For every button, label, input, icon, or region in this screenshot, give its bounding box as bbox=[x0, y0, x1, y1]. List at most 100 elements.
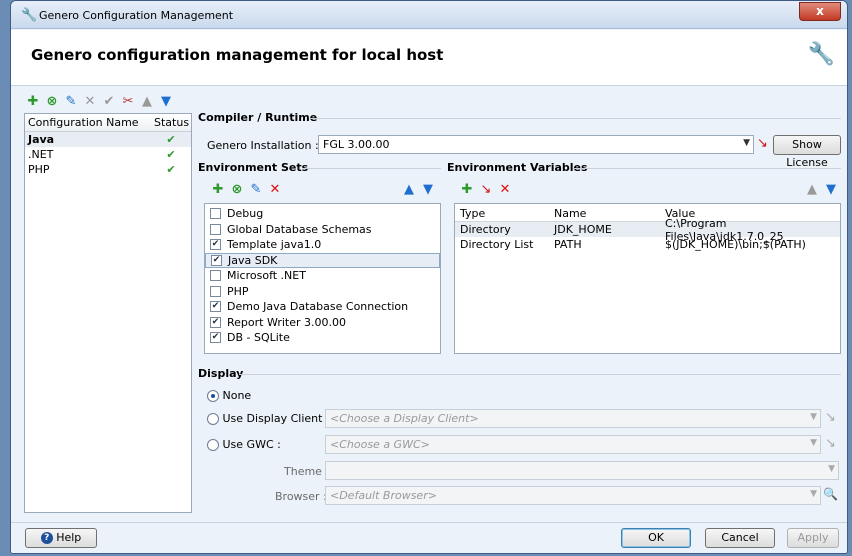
display-client-select[interactable]: <Choose a Display Client> ▼ bbox=[325, 409, 821, 428]
list-item-label: Microsoft .NET bbox=[227, 269, 306, 283]
validate-icon[interactable]: ✔ bbox=[102, 95, 116, 109]
environment-set-report-writer[interactable]: ✔ Report Writer 3.00.00 bbox=[205, 315, 440, 331]
radio[interactable] bbox=[207, 413, 219, 425]
cell-value: $(JDK_HOME)\bin;$(PATH) bbox=[665, 238, 806, 251]
configuration-row-java[interactable]: Java ✔ bbox=[25, 132, 191, 147]
checkbox-checked[interactable]: ✔ bbox=[210, 316, 221, 328]
status-ok-icon: ✔ bbox=[166, 133, 176, 146]
radio-label: None bbox=[222, 389, 252, 402]
list-item-label: Template java1.0 bbox=[227, 238, 322, 252]
display-client-placeholder: <Choose a Display Client> bbox=[330, 412, 479, 425]
delete-icon[interactable]: ✕ bbox=[83, 95, 97, 109]
gwc-placeholder: <Choose a GWC> bbox=[330, 438, 430, 451]
checkbox[interactable] bbox=[210, 285, 221, 297]
move-up-icon[interactable]: ▲ bbox=[805, 183, 819, 197]
environment-set-debug[interactable]: Debug bbox=[205, 206, 440, 222]
environment-sets-section-title: Environment Sets bbox=[198, 161, 309, 174]
table-row[interactable]: Directory JDK_HOME C:\Program Files\Java… bbox=[455, 217, 840, 243]
environment-variables-toolbar: ✚ ↘ ✕ ▲ ▼ bbox=[458, 179, 838, 201]
move-down-icon[interactable]: ▼ bbox=[159, 95, 173, 109]
move-up-icon[interactable]: ▲ bbox=[402, 183, 416, 197]
environment-set-java-sdk[interactable]: ✔ Java SDK bbox=[205, 252, 440, 268]
checkbox-checked[interactable]: ✔ bbox=[210, 332, 221, 344]
configuration-list: Configuration Name Status Java ✔ .NET ✔ … bbox=[24, 113, 192, 513]
checkbox[interactable] bbox=[210, 223, 221, 235]
chevron-down-icon: ▼ bbox=[810, 489, 817, 499]
genero-installation-select[interactable]: FGL 3.00.00 ▼ bbox=[318, 135, 754, 154]
ok-button[interactable]: OK bbox=[621, 528, 691, 548]
browse-tool-icon[interactable]: ↘ bbox=[825, 436, 836, 451]
edit-icon[interactable]: ✎ bbox=[64, 95, 78, 109]
theme-select[interactable]: ▼ bbox=[325, 461, 839, 480]
browse-tool-icon[interactable]: ↘ bbox=[757, 136, 768, 151]
checkbox-checked[interactable]: ✔ bbox=[210, 239, 221, 251]
browse-tool-icon[interactable]: ↘ bbox=[479, 183, 493, 197]
tools-icon[interactable]: ✂ bbox=[121, 95, 135, 109]
environment-set-php[interactable]: PHP bbox=[205, 284, 440, 300]
page-title: Genero configuration management for loca… bbox=[31, 46, 444, 64]
apply-button[interactable]: Apply bbox=[787, 528, 839, 548]
environment-set-global-database-schemas[interactable]: Global Database Schemas bbox=[205, 222, 440, 238]
copy-icon[interactable]: ⊗ bbox=[45, 95, 59, 109]
delete-icon[interactable]: ✕ bbox=[498, 183, 512, 197]
column-header-name[interactable]: Name bbox=[550, 204, 661, 221]
checkbox-checked[interactable]: ✔ bbox=[210, 301, 221, 313]
column-header-type[interactable]: Type bbox=[455, 204, 550, 221]
delete-icon[interactable]: ✕ bbox=[268, 183, 282, 197]
checkbox[interactable] bbox=[210, 208, 221, 220]
environment-set-microsoft-net[interactable]: Microsoft .NET bbox=[205, 268, 440, 284]
close-button[interactable]: x bbox=[799, 2, 841, 21]
environment-set-db-sqlite[interactable]: ✔ DB - SQLite bbox=[205, 330, 440, 346]
wrench-app-icon: 🔧 bbox=[21, 8, 38, 23]
section-divider bbox=[573, 168, 841, 169]
checkbox[interactable] bbox=[210, 270, 221, 282]
main-window: 🔧 Genero Configuration Management x Gene… bbox=[10, 0, 848, 554]
help-button[interactable]: ? Help bbox=[25, 528, 97, 548]
edit-icon[interactable]: ✎ bbox=[249, 183, 263, 197]
list-item-label: Debug bbox=[227, 207, 264, 221]
display-none-option[interactable]: None bbox=[207, 389, 251, 402]
radio[interactable] bbox=[207, 439, 219, 451]
chevron-down-icon: ▼ bbox=[828, 464, 835, 474]
column-header-status[interactable]: Status bbox=[151, 114, 191, 131]
theme-label: Theme : bbox=[284, 465, 330, 478]
add-icon[interactable]: ✚ bbox=[460, 183, 474, 197]
browser-select[interactable]: <Default Browser> ▼ bbox=[325, 486, 821, 505]
radio-selected[interactable] bbox=[207, 390, 219, 402]
title-bar: 🔧 Genero Configuration Management x bbox=[11, 1, 847, 29]
chevron-down-icon: ▼ bbox=[810, 412, 817, 422]
environment-variables-table: Type Name Value Directory JDK_HOME C:\Pr… bbox=[454, 203, 841, 354]
compiler-section-title: Compiler / Runtime bbox=[198, 111, 318, 124]
checkbox-checked[interactable]: ✔ bbox=[211, 254, 222, 266]
browse-tool-icon[interactable]: ↘ bbox=[825, 410, 836, 425]
dialog-footer: ? Help OK Cancel Apply bbox=[11, 522, 847, 553]
add-icon[interactable]: ✚ bbox=[211, 183, 225, 197]
list-item-label: DB - SQLite bbox=[227, 331, 290, 345]
configuration-row-dotnet[interactable]: .NET ✔ bbox=[25, 147, 191, 162]
configuration-name: Java bbox=[28, 133, 55, 146]
help-label: Help bbox=[56, 531, 82, 544]
magnifier-icon[interactable]: 🔍 bbox=[823, 487, 838, 501]
gwc-option[interactable]: Use GWC : bbox=[207, 438, 281, 451]
move-up-icon[interactable]: ▲ bbox=[140, 95, 154, 109]
table-row[interactable]: Directory List PATH $(JDK_HOME)\bin;$(PA… bbox=[455, 237, 840, 252]
environment-sets-toolbar: ✚ ⊗ ✎ ✕ ▲ ▼ bbox=[209, 179, 435, 201]
configuration-row-php[interactable]: PHP ✔ bbox=[25, 162, 191, 177]
copy-icon[interactable]: ⊗ bbox=[230, 183, 244, 197]
gwc-select[interactable]: <Choose a GWC> ▼ bbox=[325, 435, 821, 454]
help-icon: ? bbox=[40, 532, 53, 544]
display-client-option[interactable]: Use Display Client : bbox=[207, 412, 330, 425]
move-down-icon[interactable]: ▼ bbox=[421, 183, 435, 197]
cancel-button[interactable]: Cancel bbox=[705, 528, 775, 548]
cell-name: PATH bbox=[554, 238, 582, 251]
section-divider bbox=[303, 168, 441, 169]
environment-sets-list: Debug Global Database Schemas ✔ Template … bbox=[204, 203, 441, 354]
show-license-button[interactable]: Show License bbox=[773, 135, 841, 169]
column-header-configuration-name[interactable]: Configuration Name bbox=[25, 114, 151, 131]
radio-label: Use GWC : bbox=[222, 438, 281, 451]
add-icon[interactable]: ✚ bbox=[26, 95, 40, 109]
environment-set-demo-java-db[interactable]: ✔ Demo Java Database Connection bbox=[205, 299, 440, 315]
move-down-icon[interactable]: ▼ bbox=[824, 183, 838, 197]
environment-set-template-java[interactable]: ✔ Template java1.0 bbox=[205, 237, 440, 253]
status-ok-icon: ✔ bbox=[166, 148, 176, 161]
